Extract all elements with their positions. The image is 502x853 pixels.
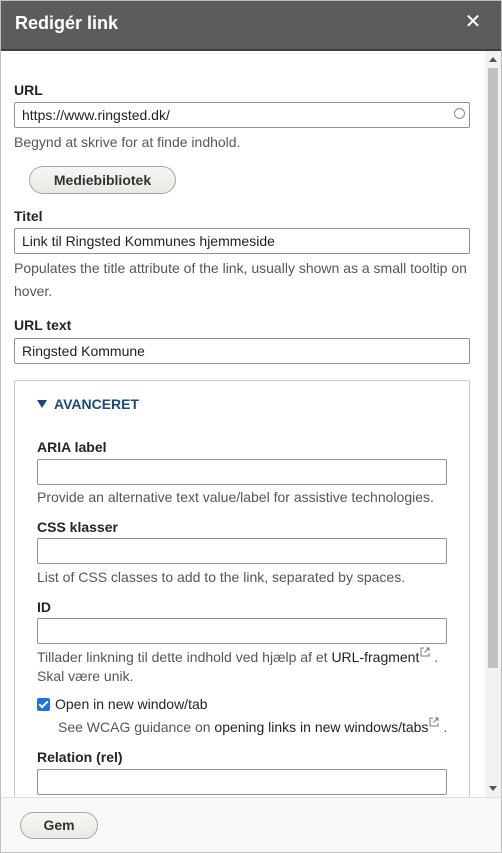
aria-label-label: ARIA label xyxy=(37,439,107,455)
advanced-summary[interactable]: AVANCERET xyxy=(37,396,139,412)
dialog-content: URL Begynd at skrive for at finde indhol… xyxy=(1,51,485,797)
triangle-down-icon xyxy=(37,400,47,408)
advanced-summary-label: AVANCERET xyxy=(54,396,140,412)
url-input[interactable] xyxy=(14,102,470,128)
title-description-line1: Populates the title attribute of the lin… xyxy=(14,260,467,276)
autocomplete-throbber-icon xyxy=(454,108,465,119)
url-text-label: URL text xyxy=(14,317,72,333)
url-text-input[interactable] xyxy=(14,338,470,364)
new-window-label[interactable]: Open in new window/tab xyxy=(55,696,208,712)
close-icon[interactable]: ✕ xyxy=(463,10,483,34)
id-input[interactable] xyxy=(37,618,447,644)
id-description-line2: Skal være unik. xyxy=(37,668,134,684)
new-window-help-suffix: . xyxy=(443,719,448,735)
scroll-up-arrow-icon[interactable] xyxy=(489,57,497,62)
scroll-down-arrow-icon[interactable] xyxy=(489,786,497,791)
css-classes-label: CSS klasser xyxy=(37,519,118,535)
external-link-icon xyxy=(420,647,430,657)
media-library-button[interactable]: Mediebibliotek xyxy=(29,166,176,194)
save-button[interactable]: Gem xyxy=(20,812,98,839)
url-label: URL xyxy=(14,82,43,98)
advanced-details: AVANCERET ARIA label Provide an alternat… xyxy=(14,380,470,797)
relation-input[interactable] xyxy=(37,769,447,795)
url-description: Begynd at skrive for at finde indhold. xyxy=(14,134,241,150)
relation-label: Relation (rel) xyxy=(37,749,123,765)
id-description-prefix: Tillader linkning til dette indhold ved … xyxy=(37,649,328,665)
dialog-titlebar: Redigér link ✕ xyxy=(1,1,501,51)
css-classes-input[interactable] xyxy=(37,538,447,564)
title-label: Titel xyxy=(14,208,43,224)
external-link-icon xyxy=(429,717,439,727)
dialog-footer: Gem xyxy=(1,797,501,852)
content-scrollbar[interactable] xyxy=(485,51,501,797)
id-label: ID xyxy=(37,599,51,615)
css-classes-description: List of CSS classes to add to the link, … xyxy=(37,569,406,585)
aria-label-description: Provide an alternative text value/label … xyxy=(37,489,434,505)
wcag-guidance-link[interactable]: opening links in new windows/tabs xyxy=(214,719,428,735)
title-description-line2: hover. xyxy=(14,283,53,299)
title-input[interactable] xyxy=(14,228,470,254)
id-description-suffix: . xyxy=(434,649,439,665)
edit-link-dialog: Redigér link ✕ URL Begynd at skrive for … xyxy=(0,0,502,853)
dialog-title: Redigér link xyxy=(15,13,119,33)
new-window-help-prefix: See WCAG guidance on xyxy=(58,719,211,735)
aria-label-input[interactable] xyxy=(37,459,447,485)
new-window-checkbox[interactable] xyxy=(37,698,50,711)
new-window-help: See WCAG guidance on opening links in ne… xyxy=(58,716,447,739)
url-fragment-link[interactable]: URL-fragment xyxy=(331,649,419,665)
scrollbar-thumb[interactable] xyxy=(488,68,498,668)
